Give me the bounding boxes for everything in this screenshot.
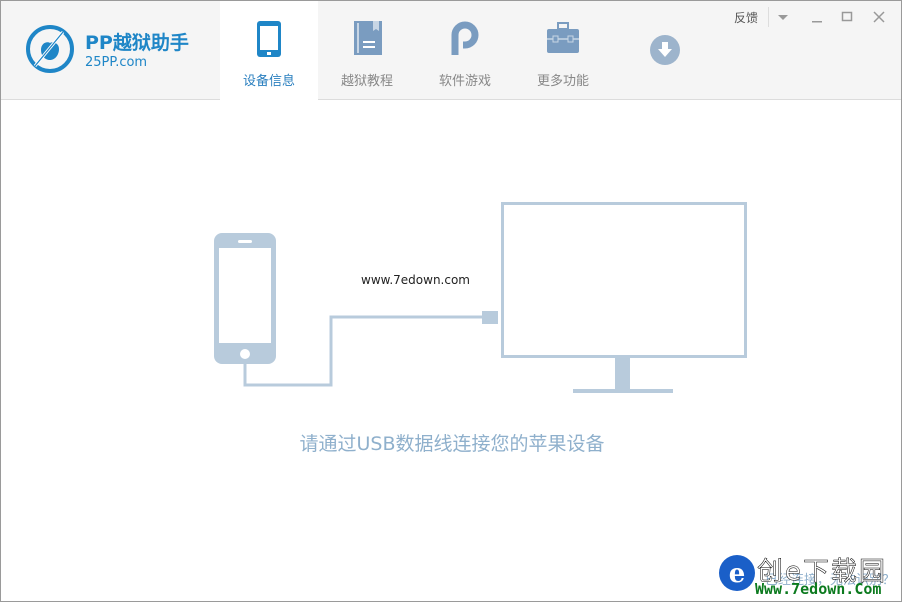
watermark-logo: e 创e下载园 Www.7edown.Com xyxy=(717,549,895,599)
watermark-logo-url: Www.7edown.Com xyxy=(755,580,882,598)
watermark-text: www.7edown.com xyxy=(361,273,470,287)
connect-device-message: 请通过USB数据线连接您的苹果设备 xyxy=(299,433,605,455)
usb-cable xyxy=(243,315,483,387)
usb-connector xyxy=(482,311,498,324)
phone-illustration xyxy=(214,233,276,364)
svg-text:e: e xyxy=(729,559,746,589)
monitor-illustration xyxy=(501,202,747,393)
ie-logo-icon: e xyxy=(719,555,755,591)
usb-connection-illustration xyxy=(214,202,747,393)
